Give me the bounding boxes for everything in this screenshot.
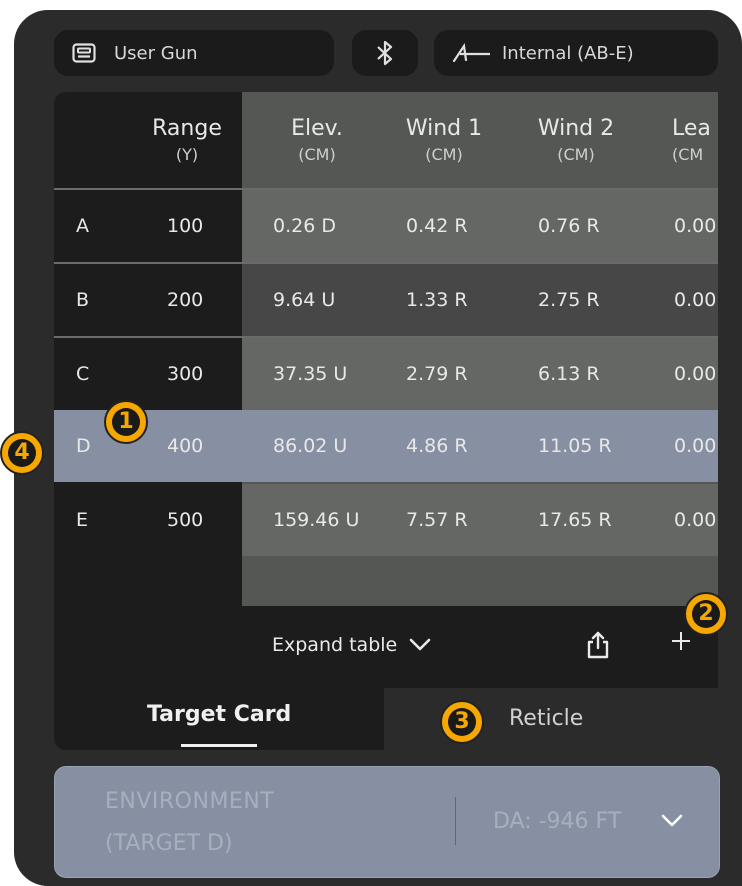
row-wind2: 0.76 R (538, 215, 600, 237)
row-wind1: 4.86 R (406, 435, 468, 457)
environment-selector[interactable]: ENVIRONMENT (TARGET D) DA: -946 FT (54, 766, 720, 878)
col-lead: Lea (CM (672, 116, 718, 168)
expand-table-button[interactable]: Expand table (272, 634, 431, 656)
row-wind1: 2.79 R (406, 363, 468, 385)
col-wind1: Wind 1 (CM) (402, 116, 486, 168)
add-button[interactable] (670, 626, 692, 659)
tab-reticle[interactable]: Reticle (509, 706, 583, 731)
row-lead: 0.00 (674, 435, 717, 457)
row-range: 500 (167, 509, 204, 531)
row-elev: 86.02 U (273, 435, 348, 457)
share-icon (587, 631, 609, 659)
col-unit: (CM) (425, 145, 463, 164)
row-lead: 0.00 (674, 509, 717, 531)
row-range: 300 (167, 363, 204, 385)
col-title: Wind 1 (405, 116, 483, 141)
chevron-down-icon (661, 813, 683, 832)
row-id: B (76, 289, 90, 311)
table-row[interactable]: E 500 159.46 U 7.57 R 17.65 R 0.00 (54, 484, 718, 556)
col-title: Wind 2 (537, 116, 615, 141)
col-unit: (CM) (557, 145, 595, 164)
app-window: User Gun Internal (AB-E) Range (Y) Elev.… (14, 10, 742, 886)
density-altitude-value: DA: -946 FT (493, 809, 622, 834)
tab-target-card-label: Target Card (147, 702, 292, 727)
row-range: 400 (167, 435, 204, 457)
col-range: Range (Y) (150, 116, 224, 168)
col-unit: (CM (672, 145, 704, 164)
bluetooth-icon (376, 39, 394, 67)
tab-target-card[interactable]: Target Card (54, 688, 384, 750)
plus-icon (672, 632, 690, 650)
row-id: C (76, 363, 90, 385)
row-elev: 9.64 U (273, 289, 336, 311)
table-header: Range (Y) Elev. (CM) Wind 1 (CM) Wind 2 … (54, 92, 718, 188)
col-unit: (CM) (298, 145, 336, 164)
source-label: Internal (AB-E) (502, 42, 634, 64)
tab-bar: Target Card Reticle (54, 688, 718, 750)
ballistic-table: Range (Y) Elev. (CM) Wind 1 (CM) Wind 2 … (54, 92, 718, 688)
annotation-marker-1: 1 (104, 400, 148, 444)
row-lead: 0.00 (674, 363, 717, 385)
bluetooth-button[interactable] (352, 30, 418, 76)
expand-table-label: Expand table (272, 634, 398, 656)
col-wind2: Wind 2 (CM) (530, 116, 622, 168)
table-row-selected[interactable]: D 400 86.02 U 4.86 R 11.05 R 0.00 (54, 410, 718, 482)
row-wind1: 0.42 R (406, 215, 468, 237)
table-row[interactable]: B 200 9.64 U 1.33 R 2.75 R 0.00 (54, 262, 718, 336)
table-footer: Expand table (54, 606, 718, 688)
row-range: 200 (167, 289, 204, 311)
row-range: 100 (167, 215, 204, 237)
row-elev: 37.35 U (273, 363, 348, 385)
row-wind2: 2.75 R (538, 289, 600, 311)
gun-label: User Gun (114, 42, 198, 64)
divider (455, 797, 456, 845)
row-id: D (76, 435, 91, 457)
brand-logo-icon (452, 43, 492, 63)
annotation-marker-3: 3 (440, 700, 484, 744)
ballistics-source-selector[interactable]: Internal (AB-E) (434, 30, 718, 76)
environment-title: ENVIRONMENT (105, 789, 275, 814)
row-wind1: 7.57 R (406, 509, 468, 531)
table-row[interactable]: C 300 37.35 U 2.79 R 6.13 R 0.00 (54, 336, 718, 410)
col-title: Range (152, 116, 222, 141)
row-wind2: 6.13 R (538, 363, 600, 385)
annotation-marker-4: 4 (0, 431, 44, 475)
row-elev: 0.26 D (273, 215, 336, 237)
row-id: E (76, 509, 89, 531)
annotation-marker-2: 2 (684, 592, 728, 636)
row-wind1: 1.33 R (406, 289, 468, 311)
row-lead: 0.00 (674, 289, 717, 311)
gun-selector[interactable]: User Gun (54, 30, 334, 76)
row-lead: 0.00 (674, 215, 717, 237)
col-title: Elev. (291, 116, 343, 141)
row-elev: 159.46 U (273, 509, 360, 531)
row-wind2: 11.05 R (538, 435, 612, 457)
chevron-down-icon (409, 638, 431, 651)
table-row[interactable]: A 100 0.26 D 0.42 R 0.76 R 0.00 (54, 188, 718, 262)
col-title: Lea (672, 116, 711, 141)
share-button[interactable] (585, 630, 611, 664)
environment-target: (TARGET D) (105, 831, 233, 856)
col-unit: (Y) (175, 145, 199, 164)
col-elev: Elev. (CM) (272, 116, 362, 168)
id-card-icon (72, 43, 96, 63)
row-id: A (76, 215, 89, 237)
active-tab-indicator (181, 744, 257, 747)
row-wind2: 17.65 R (538, 509, 612, 531)
